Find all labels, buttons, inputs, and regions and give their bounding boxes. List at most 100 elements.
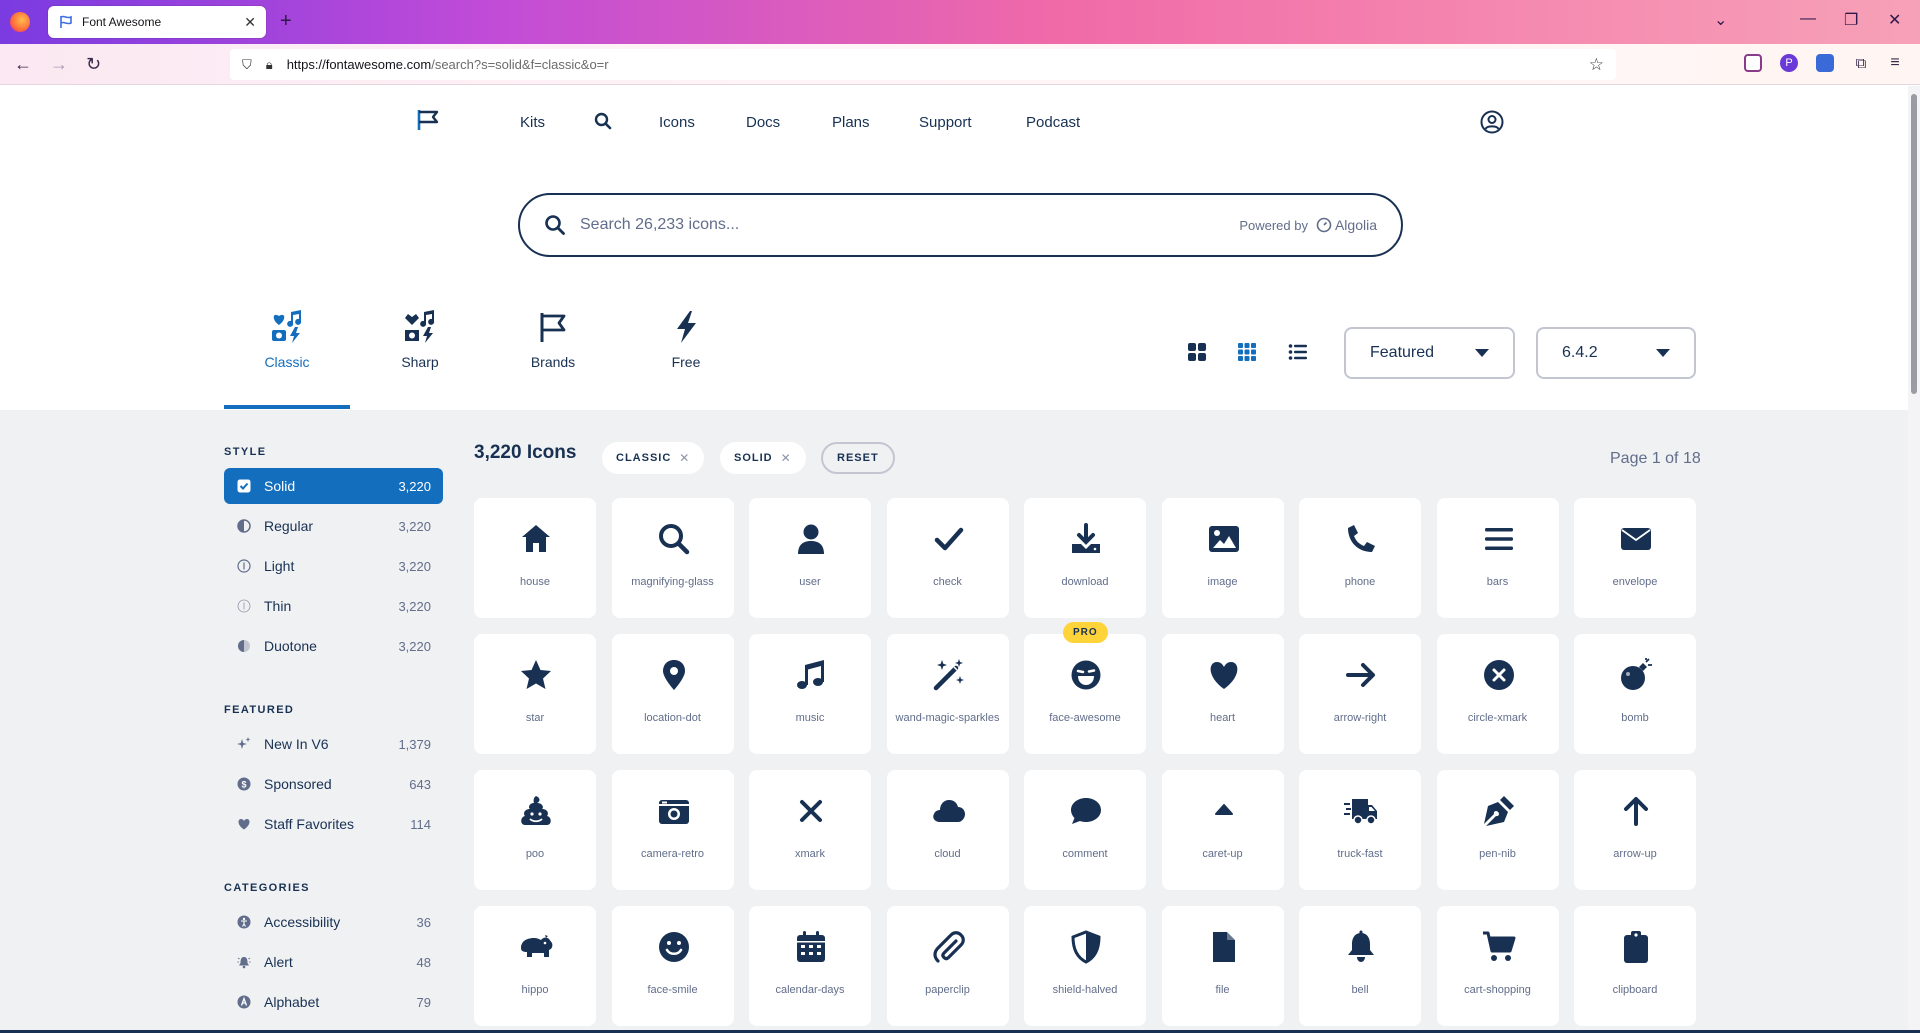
forward-arrow-icon[interactable]: →	[50, 54, 68, 75]
icon-card-truck-fast[interactable]: truck-fast	[1299, 770, 1421, 890]
icon-card-image[interactable]: image	[1161, 498, 1284, 618]
icon-card-face-smile[interactable]: face-smile	[611, 906, 734, 1026]
scrollbar-thumb[interactable]	[1911, 94, 1917, 394]
icon-card-file[interactable]: file	[1161, 906, 1284, 1026]
sort-select[interactable]: Featured	[1344, 327, 1515, 379]
icon-card-house[interactable]: house	[474, 498, 596, 618]
icon-search-box[interactable]: Powered by Algolia	[518, 193, 1403, 257]
back-arrow-icon[interactable]: ←	[14, 54, 32, 75]
icon-card-bars[interactable]: bars	[1436, 498, 1559, 618]
family-tab-sharp[interactable]: Sharp	[357, 310, 483, 410]
sidebar-item-thin[interactable]: Thin 3,220	[224, 588, 443, 624]
icon-card-location-dot[interactable]: location-dot	[611, 634, 734, 754]
icon-card-pen-nib[interactable]: pen-nib	[1436, 770, 1559, 890]
url-text[interactable]: https://fontawesome.com/search?s=solid&f…	[287, 57, 609, 72]
shield-icon[interactable]: ⛉	[242, 57, 252, 73]
icon-card-cart-shopping[interactable]: cart-shopping	[1436, 906, 1559, 1026]
sidebar-item-sponsored[interactable]: $ Sponsored 643	[224, 766, 443, 802]
pocket-icon[interactable]	[1744, 54, 1762, 72]
list-view-icon[interactable]	[1286, 340, 1310, 364]
icon-card-phone[interactable]: phone	[1299, 498, 1421, 618]
icon-card-arrow-right[interactable]: arrow-right	[1299, 634, 1421, 754]
nav-podcast[interactable]: Podcast	[1026, 114, 1080, 131]
icon-card-face-awesome[interactable]: PRO face-awesome	[1024, 622, 1146, 754]
bell-icon	[1348, 930, 1374, 962]
family-tab-free[interactable]: Free	[623, 310, 749, 410]
lock-icon[interactable]: 🔒︎	[266, 57, 273, 73]
extensions-puzzle-icon[interactable]: ⧉	[1852, 54, 1870, 72]
icon-card-arrow-up[interactable]: arrow-up	[1574, 770, 1696, 890]
icon-card-camera-retro[interactable]: camera-retro	[611, 770, 734, 890]
icon-card-download[interactable]: download	[1024, 498, 1146, 618]
nav-icons[interactable]: Icons	[659, 114, 695, 131]
nav-kits[interactable]: Kits	[520, 114, 545, 131]
icon-card-poo[interactable]: poo	[474, 770, 596, 890]
profile-icon[interactable]: P	[1780, 54, 1798, 72]
minimize-icon[interactable]: —	[1800, 10, 1816, 28]
icon-card-envelope[interactable]: envelope	[1574, 498, 1696, 618]
family-tab-classic[interactable]: Classic	[224, 310, 350, 410]
font-awesome-flag-logo-icon[interactable]	[416, 108, 440, 132]
sidebar-item-regular[interactable]: Regular 3,220	[224, 508, 443, 544]
sidebar-item-staff-favorites[interactable]: Staff Favorites 114	[224, 806, 443, 842]
sidebar-item-alphabet[interactable]: Alphabet 79	[224, 984, 443, 1020]
icon-card-wand-magic-sparkles[interactable]: wand-magic-sparkles	[886, 634, 1009, 754]
icon-card-hippo[interactable]: hippo	[474, 906, 596, 1026]
icon-card-magnifying-glass[interactable]: magnifying-glass	[611, 498, 734, 618]
sidebar-item-accessibility[interactable]: Accessibility 36	[224, 904, 443, 940]
icon-card-bomb[interactable]: bomb	[1574, 634, 1696, 754]
grid-small-view-icon[interactable]	[1235, 340, 1259, 364]
icon-name: wand-magic-sparkles	[895, 712, 1000, 724]
icon-card-calendar-days[interactable]: calendar-days	[749, 906, 871, 1026]
sidebar-item-alert[interactable]: Alert 48	[224, 944, 443, 980]
bookmark-star-icon[interactable]: ☆	[1589, 55, 1604, 75]
family-tab-brands[interactable]: Brands	[490, 310, 616, 410]
page-scrollbar[interactable]	[1908, 86, 1920, 1033]
icon-card-shield-halved[interactable]: shield-halved	[1024, 906, 1146, 1026]
reset-filters-button[interactable]: RESET	[821, 442, 895, 474]
grid-large-view-icon[interactable]	[1185, 340, 1209, 364]
browser-tab[interactable]: Font Awesome ✕	[48, 6, 266, 38]
icon-card-circle-xmark[interactable]: circle-xmark	[1436, 634, 1559, 754]
star-icon	[521, 660, 551, 689]
extension-badge-icon[interactable]	[1816, 54, 1834, 72]
remove-filter-icon[interactable]: ✕	[679, 451, 690, 465]
nav-plans[interactable]: Plans	[832, 114, 870, 131]
version-select[interactable]: 6.4.2	[1536, 327, 1696, 379]
user-account-icon[interactable]	[1480, 110, 1504, 134]
url-bar[interactable]: ⛉ 🔒︎ https://fontawesome.com/search?s=so…	[230, 49, 1616, 80]
algolia-link[interactable]: Algolia	[1316, 217, 1377, 233]
sidebar-item-duotone[interactable]: Duotone 3,220	[224, 628, 443, 664]
restore-icon[interactable]: ❐	[1844, 10, 1858, 30]
search-icon[interactable]	[594, 112, 612, 130]
close-window-icon[interactable]: ✕	[1888, 10, 1901, 30]
bolt-icon	[677, 311, 696, 343]
icon-card-bell[interactable]: bell	[1299, 906, 1421, 1026]
icon-card-user[interactable]: user	[749, 498, 871, 618]
sidebar-item-light[interactable]: Light 3,220	[224, 548, 443, 584]
icon-card-paperclip[interactable]: paperclip	[886, 906, 1009, 1026]
filter-chip-solid[interactable]: SOLID ✕	[720, 442, 806, 474]
menu-hamburger-icon[interactable]: ≡	[1886, 54, 1904, 72]
icon-card-cloud[interactable]: cloud	[886, 770, 1009, 890]
filter-chip-classic[interactable]: CLASSIC ✕	[602, 442, 705, 474]
icon-card-music[interactable]: music	[749, 634, 871, 754]
icon-card-check[interactable]: check	[886, 498, 1009, 618]
icon-card-caret-up[interactable]: caret-up	[1161, 770, 1284, 890]
reload-icon[interactable]: ↻	[86, 54, 101, 75]
sidebar-item-solid[interactable]: Solid 3,220	[224, 468, 443, 504]
nav-support[interactable]: Support	[919, 114, 972, 131]
icon-search-input[interactable]	[580, 216, 1240, 234]
icon-card-star[interactable]: star	[474, 634, 596, 754]
close-tab-icon[interactable]: ✕	[244, 14, 256, 31]
icon-name: poo	[525, 848, 545, 860]
new-tab-icon[interactable]: +	[280, 10, 292, 33]
sidebar-item-new-in-v6[interactable]: New In V6 1,379	[224, 726, 443, 762]
icon-card-clipboard[interactable]: clipboard	[1574, 906, 1696, 1026]
icon-card-heart[interactable]: heart	[1161, 634, 1284, 754]
icon-card-xmark[interactable]: xmark	[749, 770, 871, 890]
icon-card-comment[interactable]: comment	[1024, 770, 1146, 890]
chevron-down-icon[interactable]: ⌄	[1714, 10, 1727, 30]
nav-docs[interactable]: Docs	[746, 114, 780, 131]
remove-filter-icon[interactable]: ✕	[781, 451, 792, 465]
